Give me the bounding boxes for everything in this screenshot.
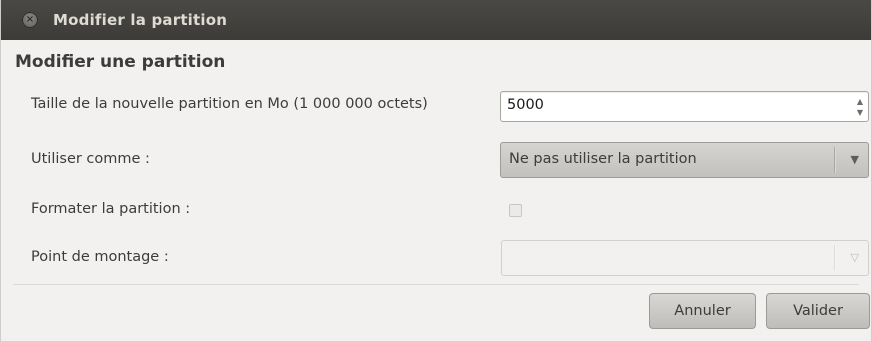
chevron-down-icon[interactable]: ▽ <box>851 251 859 264</box>
use-as-selected-value: Ne pas utiliser la partition <box>509 151 697 167</box>
spin-up-icon[interactable]: ▲ <box>857 96 863 107</box>
partition-size-label: Taille de la nouvelle partition en Mo (1… <box>31 96 428 112</box>
spin-arrows[interactable]: ▲ ▼ <box>852 92 868 121</box>
mount-point-label: Point de montage : <box>31 249 169 265</box>
spin-down-icon[interactable]: ▼ <box>857 107 863 118</box>
combo-separator <box>834 147 836 173</box>
chevron-down-icon[interactable]: ▼ <box>851 153 859 166</box>
mount-point-combobox[interactable]: ▽ <box>501 240 869 276</box>
use-as-combobox[interactable]: Ne pas utiliser la partition ▼ <box>500 142 869 178</box>
partition-size-spinbox[interactable]: 5000 ▲ ▼ <box>500 91 869 122</box>
close-icon[interactable]: × <box>22 12 38 28</box>
validate-button[interactable]: Valider <box>766 293 870 329</box>
window-title: Modifier la partition <box>53 11 228 29</box>
partition-size-value[interactable]: 5000 <box>507 97 544 113</box>
cancel-button[interactable]: Annuler <box>649 293 756 329</box>
dialog-heading: Modifier une partition <box>15 52 226 72</box>
button-divider <box>13 284 859 285</box>
modify-partition-dialog: × Modifier la partition Modifier une par… <box>0 0 872 341</box>
format-partition-label: Formater la partition : <box>31 201 191 217</box>
use-as-label: Utiliser comme : <box>31 151 150 167</box>
title-bar[interactable]: × Modifier la partition <box>1 0 871 40</box>
format-partition-checkbox[interactable] <box>509 204 522 217</box>
combo-separator <box>834 245 836 271</box>
